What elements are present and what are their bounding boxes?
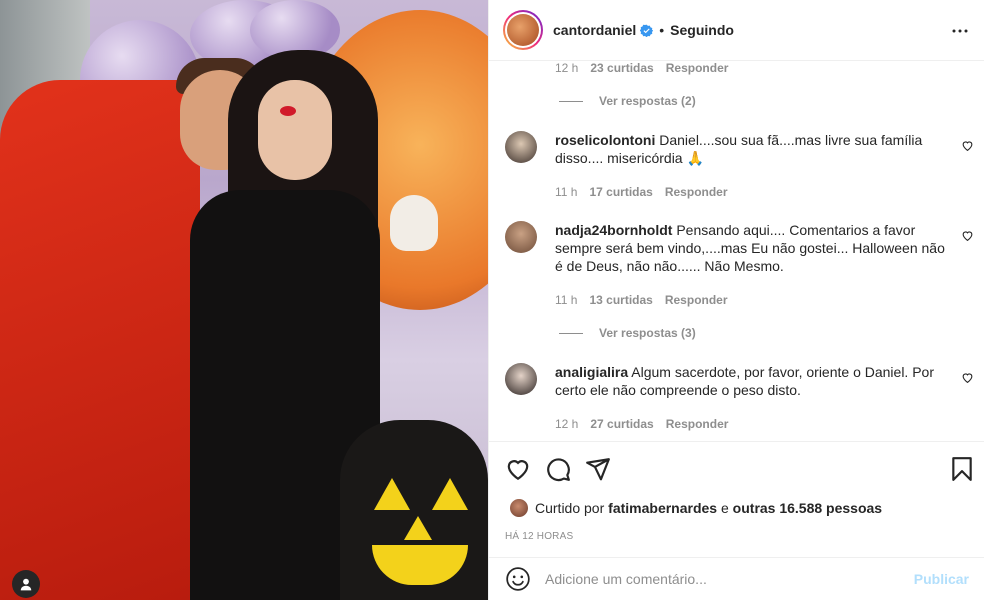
comment-like-icon[interactable] xyxy=(961,229,974,242)
author-username[interactable]: cantordaniel xyxy=(553,22,636,38)
following-button[interactable]: Seguindo xyxy=(670,22,734,38)
heart-icon[interactable] xyxy=(505,456,531,482)
view-replies-button[interactable]: Ver respostas (3) xyxy=(559,326,696,340)
likes-others[interactable]: outras 16.588 pessoas xyxy=(733,500,882,516)
reply-button[interactable]: Responder xyxy=(665,293,728,307)
user-tag-icon xyxy=(20,578,32,591)
comment-meta: 12 h 23 curtidas Responder xyxy=(555,61,728,75)
comment-likes[interactable]: 23 curtidas xyxy=(590,61,653,75)
photo-woman-face xyxy=(258,80,332,180)
post-timestamp[interactable]: HÁ 12 HORAS xyxy=(505,531,573,542)
photo-skull-decoration xyxy=(390,195,438,251)
reply-button[interactable]: Responder xyxy=(666,61,729,75)
post-actions: Curtido por fatimabernardes e outras 16.… xyxy=(489,441,984,557)
comments-section[interactable]: 12 h 23 curtidas Responder Ver respostas… xyxy=(489,61,984,441)
comment-meta: 12 h 27 curtidas Responder xyxy=(555,417,728,431)
post-photo[interactable] xyxy=(0,0,488,600)
comment-likes[interactable]: 27 curtidas xyxy=(590,417,653,431)
liker-username[interactable]: fatimabernardes xyxy=(608,500,717,516)
commenter-avatar[interactable] xyxy=(505,363,537,395)
replies-divider xyxy=(559,100,583,102)
comment-time[interactable]: 12 h xyxy=(555,417,578,431)
commenter-username[interactable]: roselicolontoni xyxy=(555,132,655,148)
replies-divider xyxy=(559,332,583,334)
comment-likes[interactable]: 13 curtidas xyxy=(589,293,652,307)
likes-prefix: Curtido por xyxy=(535,500,605,516)
verified-icon xyxy=(640,24,654,37)
comment-text: roselicolontoni Daniel....sou sua fã....… xyxy=(555,131,947,167)
post-header: cantordaniel • Seguindo xyxy=(489,0,984,61)
commenter-avatar[interactable] xyxy=(505,131,537,163)
post-side-panel: cantordaniel • Seguindo 12 h 23 curtidas… xyxy=(488,0,984,600)
commenter-username[interactable]: analigialira xyxy=(555,364,628,380)
reply-button[interactable]: Responder xyxy=(665,185,728,199)
commenter-username[interactable]: nadja24bornholdt xyxy=(555,222,672,238)
comment-meta: 11 h 17 curtidas Responder xyxy=(555,185,728,199)
author-avatar[interactable] xyxy=(503,10,543,50)
photo-pumpkin-eye xyxy=(432,478,468,510)
likes-summary: Curtido por fatimabernardes e outras 16.… xyxy=(509,498,882,518)
comment-meta: 11 h 13 curtidas Responder xyxy=(555,293,728,307)
bookmark-icon[interactable] xyxy=(949,456,975,482)
comment-like-icon[interactable] xyxy=(961,371,974,384)
publish-button[interactable]: Publicar xyxy=(914,571,969,587)
emoji-icon[interactable] xyxy=(505,566,531,592)
comment-time[interactable]: 11 h xyxy=(555,293,577,307)
share-icon[interactable] xyxy=(585,456,611,482)
photo-red-lips xyxy=(280,106,296,116)
photo-red-cape xyxy=(0,80,200,600)
view-replies-label: Ver respostas (3) xyxy=(599,326,696,340)
comment-icon[interactable] xyxy=(545,456,571,482)
comment-likes[interactable]: 17 curtidas xyxy=(589,185,652,199)
comment-time[interactable]: 11 h xyxy=(555,185,577,199)
view-replies-label: Ver respostas (2) xyxy=(599,94,696,108)
photo-pumpkin-nose xyxy=(404,516,432,540)
comment-input[interactable] xyxy=(545,571,914,587)
comment-text: nadja24bornholdt Pensando aqui.... Comen… xyxy=(555,221,947,275)
header-separator: • xyxy=(659,22,665,38)
photo-pumpkin-eye xyxy=(374,478,410,510)
comment-text: analigialira Algum sacerdote, por favor,… xyxy=(555,363,947,399)
comment-time[interactable]: 12 h xyxy=(555,61,578,75)
view-replies-button[interactable]: Ver respostas (2) xyxy=(559,94,696,108)
likes-connector: e xyxy=(720,500,729,516)
commenter-avatar[interactable] xyxy=(505,221,537,253)
add-comment-bar: Publicar xyxy=(489,557,984,600)
reply-button[interactable]: Responder xyxy=(666,417,729,431)
more-icon[interactable] xyxy=(951,22,969,40)
comment-like-icon[interactable] xyxy=(961,139,974,152)
liker-avatar[interactable] xyxy=(509,498,529,518)
user-tag-button[interactable] xyxy=(12,570,40,598)
